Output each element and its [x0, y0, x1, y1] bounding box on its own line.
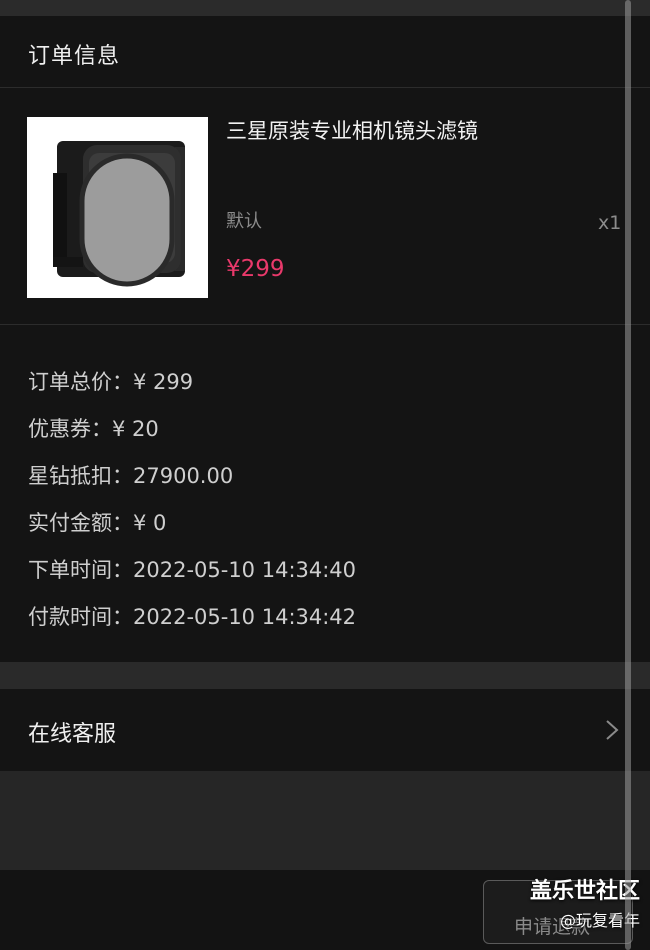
- detail-value: 2022-05-10 14:34:42: [133, 605, 357, 629]
- detail-value: 27900.00: [133, 464, 234, 488]
- online-service-row[interactable]: 在线客服: [0, 689, 650, 771]
- product-price: ¥299: [226, 256, 285, 282]
- order-detail-page: 订单信息 三星原装专业相机镜头滤镜 默认 x1 ¥299 订单总价：¥ 299 …: [0, 0, 650, 950]
- detail-total-price: 订单总价：¥ 299: [28, 366, 193, 396]
- order-header: 订单信息: [0, 16, 650, 88]
- detail-coupon: 优惠券：¥ 20: [28, 413, 159, 443]
- detail-label: 订单总价：: [28, 370, 133, 394]
- online-service-label: 在线客服: [28, 722, 117, 747]
- order-info-card: 订单信息 三星原装专业相机镜头滤镜 默认 x1 ¥299 订单总价：¥ 299 …: [0, 16, 650, 662]
- order-title: 订单信息: [28, 44, 121, 69]
- detail-label: 星钻抵扣：: [28, 464, 133, 488]
- detail-amount-paid: 实付金额：¥ 0: [28, 507, 166, 537]
- product-variant: 默认: [226, 211, 262, 232]
- product-thumbnail[interactable]: [27, 117, 208, 298]
- detail-label: 优惠券：: [28, 417, 112, 441]
- detail-value: ¥ 299: [133, 370, 194, 394]
- detail-star-diamond-deduction: 星钻抵扣：27900.00: [28, 460, 233, 490]
- section-divider: [0, 662, 650, 689]
- top-strip: [0, 0, 650, 16]
- product-name[interactable]: 三星原装专业相机镜头滤镜: [226, 115, 478, 145]
- camera-filter-image: [27, 117, 208, 298]
- detail-value: 2022-05-10 14:34:40: [133, 558, 357, 582]
- watermark-user: @玩复看年: [559, 911, 640, 930]
- detail-payment-time: 付款时间：2022-05-10 14:34:42: [28, 601, 356, 631]
- watermark-brand: 盖乐世社区: [529, 879, 640, 904]
- detail-value: ¥ 0: [133, 511, 167, 535]
- scrollbar[interactable]: [625, 0, 631, 950]
- product-item[interactable]: 三星原装专业相机镜头滤镜 默认 x1 ¥299: [0, 89, 650, 325]
- detail-label: 实付金额：: [28, 511, 133, 535]
- community-watermark: 盖乐世社区 @玩复看年: [515, 873, 640, 931]
- detail-value: ¥ 20: [112, 417, 159, 441]
- empty-area: [0, 771, 650, 870]
- detail-label: 下单时间：: [28, 558, 133, 582]
- chevron-right-icon: [606, 720, 619, 740]
- detail-label: 付款时间：: [28, 605, 133, 629]
- detail-order-time: 下单时间：2022-05-10 14:34:40: [28, 554, 356, 584]
- product-quantity: x1: [598, 212, 622, 234]
